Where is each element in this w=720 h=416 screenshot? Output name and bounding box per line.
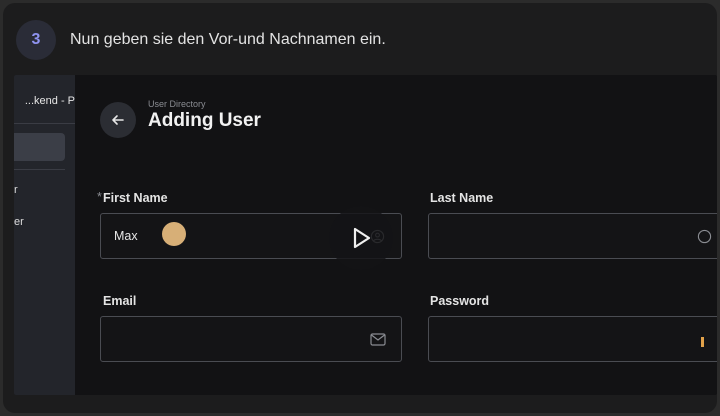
sidebar-item-active[interactable] [14,133,65,161]
last-name-field[interactable] [428,213,717,259]
sidebar-divider [14,169,65,170]
play-icon [353,227,371,249]
first-name-label-text: First Name [103,191,168,205]
click-indicator [162,222,186,246]
back-button[interactable] [100,102,136,138]
sidebar-app-title: kend - P... [24,95,75,107]
step-instruction: Nun geben sie den Vor-und Nachnamen ein. [70,31,386,48]
email-label: Email [103,294,137,308]
password-label: Password [430,294,490,308]
password-icon-fragment [701,337,704,347]
password-field[interactable] [428,316,717,362]
mail-icon [370,333,386,346]
first-name-value: Max [114,229,138,243]
play-button[interactable] [329,206,393,270]
sidebar: kend - P... r er [14,75,75,395]
sidebar-item-2[interactable]: er [14,216,24,228]
arrow-left-icon [112,115,124,125]
sidebar-item-1[interactable]: r [14,184,18,196]
step-number-badge: 3 [16,20,56,60]
guide-step-card: 3 Nun geben sie den Vor-und Nachnamen ei… [3,3,717,413]
email-field[interactable] [100,316,402,362]
user-circle-icon [697,229,712,244]
sidebar-divider [14,123,75,124]
required-marker: * [97,190,102,204]
breadcrumb: User Directory [148,99,206,109]
screenshot-panel: kend - P... r er User Directory Adding U… [14,75,717,395]
last-name-label: Last Name [430,191,494,205]
first-name-label: * First Name [97,190,168,205]
page-title: Adding User [148,110,261,131]
